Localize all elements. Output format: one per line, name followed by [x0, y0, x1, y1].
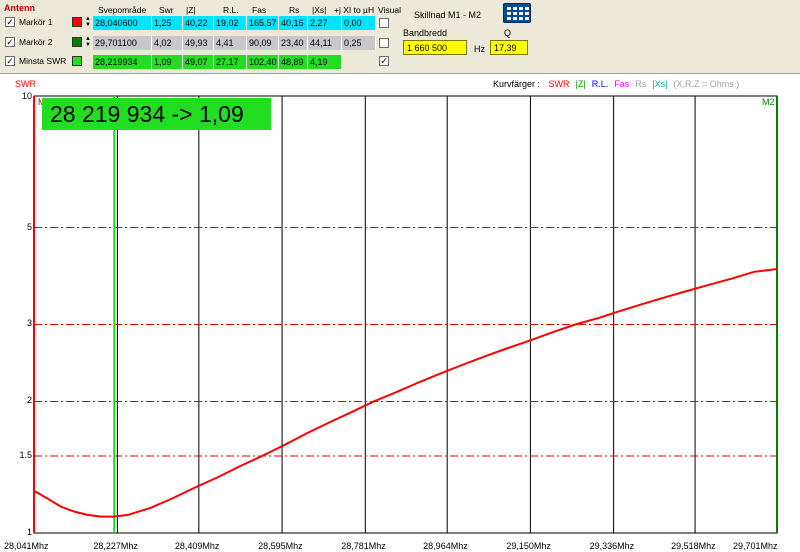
- x-tick-label: 28,964Mhz: [423, 541, 468, 551]
- calculator-button[interactable]: [503, 3, 531, 23]
- x-tick-label: 29,150Mhz: [506, 541, 551, 551]
- header-rs: Rs: [289, 5, 300, 15]
- marker2-label: Markör 2: [19, 37, 53, 47]
- header-rl: R.L.: [223, 5, 239, 15]
- marker1-rl: 19,02: [214, 16, 247, 30]
- header-xs: |Xs|: [312, 5, 327, 15]
- marker1-checkbox[interactable]: ✓: [5, 17, 15, 27]
- marker2-z: 49,93: [183, 36, 214, 50]
- marker1-color-swatch[interactable]: [72, 17, 82, 27]
- header-sweep: Svepområde: [98, 5, 147, 15]
- min-swr-z: 49,07: [183, 55, 214, 69]
- legend-item: (X,R,Z = Ohms.): [673, 79, 740, 89]
- y-tick-label: 3: [26, 318, 32, 329]
- y-tick-label: 5: [26, 221, 32, 232]
- marker1-phase: 165,57: [247, 16, 279, 30]
- y-axis-label: SWR: [15, 79, 36, 89]
- x-tick-label: 28,595Mhz: [258, 541, 303, 551]
- min-swr-rl: 27,17: [214, 55, 247, 69]
- x-tick-label: 29,336Mhz: [589, 541, 635, 551]
- header-visual: Visual: [378, 5, 401, 15]
- legend-item: Fas: [614, 79, 630, 89]
- x-tick-label: 28,041Mhz: [4, 541, 49, 551]
- marker2-phase: 90,09: [247, 36, 279, 50]
- q-label: Q: [504, 28, 512, 38]
- x-tick-label: 28,781Mhz: [341, 541, 386, 551]
- min-swr-readout: 28 219 934 -> 1,09: [42, 98, 271, 130]
- min-swr-visual-checkbox[interactable]: ✓: [379, 56, 389, 66]
- q-value: 17,39: [490, 40, 528, 55]
- min-swr-color-swatch[interactable]: [72, 56, 82, 66]
- y-tick-label: 1: [26, 527, 32, 537]
- marker1-xl: 0,00: [342, 16, 376, 30]
- min-swr-checkbox[interactable]: ✓: [5, 56, 15, 66]
- header-phase: Fas: [252, 5, 267, 15]
- header-xl: +j XI to µH: [334, 5, 375, 15]
- y-tick-label: 10: [21, 91, 32, 101]
- header-swr: Swr: [159, 5, 174, 15]
- marker2-rs: 23,40: [279, 36, 308, 50]
- swr-graph[interactable]: M1M2: [0, 90, 800, 540]
- min-swr-rs: 48,89: [279, 55, 308, 69]
- y-tick-label: 2: [26, 395, 32, 406]
- marker1-visual-checkbox[interactable]: [379, 18, 389, 28]
- legend-prefix: Kurvfärger :: [493, 79, 541, 89]
- bandwidth-value: 1 660 500: [403, 40, 467, 55]
- x-tick-label: 29,701Mhz: [733, 541, 778, 551]
- legend-item: R.L.: [591, 79, 609, 89]
- plot-frame: [33, 95, 778, 534]
- marker2-xs: 44,11: [308, 36, 342, 50]
- legend-item: |Xs|: [652, 79, 668, 89]
- marker1-xs: 2,27: [308, 16, 342, 30]
- legend-item: |Z|: [575, 79, 586, 89]
- x-tick-label: 28,227Mhz: [93, 541, 138, 551]
- bandwidth-label: Bandbredd: [403, 28, 448, 38]
- marker1-sweep: 28,040600: [93, 16, 152, 30]
- marker1-swr: 1,25: [152, 16, 183, 30]
- curve-color-legend: Kurvfärger : SWR |Z| R.L. Fas Rs |Xs| (X,R,Z =…: [493, 79, 739, 89]
- marker1-rs: 40,16: [279, 16, 308, 30]
- marker2-sweep: 29,701100: [93, 36, 152, 50]
- marker2-visual-checkbox[interactable]: [379, 38, 389, 48]
- min-swr-phase: 102,40: [247, 55, 279, 69]
- min-swr-label: Minsta SWR: [19, 56, 67, 66]
- marker2-swr: 4,02: [152, 36, 183, 50]
- marker2-spinner-icon[interactable]: ▲ ▼: [85, 36, 91, 48]
- x-tick-label: 28,409Mhz: [174, 541, 220, 551]
- marker1-z: 40,22: [183, 16, 214, 30]
- header-z: |Z|: [186, 5, 196, 15]
- marker2-xl: 0,25: [342, 36, 376, 50]
- marker1-label: Markör 1: [19, 17, 53, 27]
- min-swr-sweep: 28,219934: [93, 55, 152, 69]
- marker-panel: Antenn Svepområde Swr |Z| R.L. Fas Rs |X…: [0, 0, 800, 74]
- antenna-title: Antenn: [4, 3, 35, 13]
- marker2-rl: 4,41: [214, 36, 247, 50]
- marker2-checkbox[interactable]: ✓: [5, 37, 15, 47]
- min-swr-xs: 4,19: [308, 55, 342, 69]
- swr-curve: [33, 268, 778, 518]
- legend-item: Rs: [635, 79, 647, 89]
- marker2-label: M2: [762, 97, 775, 107]
- marker1-spinner-icon[interactable]: ▲ ▼: [85, 16, 91, 28]
- y-tick-label: 1.5: [19, 450, 32, 461]
- x-tick-label: 29,518Mhz: [671, 541, 716, 551]
- marker2-color-swatch[interactable]: [72, 37, 82, 47]
- legend-item: SWR: [548, 79, 570, 89]
- hz-label: Hz: [474, 44, 485, 54]
- diff-title: Skillnad M1 - M2: [414, 10, 482, 20]
- min-swr-swr: 1,09: [152, 55, 183, 69]
